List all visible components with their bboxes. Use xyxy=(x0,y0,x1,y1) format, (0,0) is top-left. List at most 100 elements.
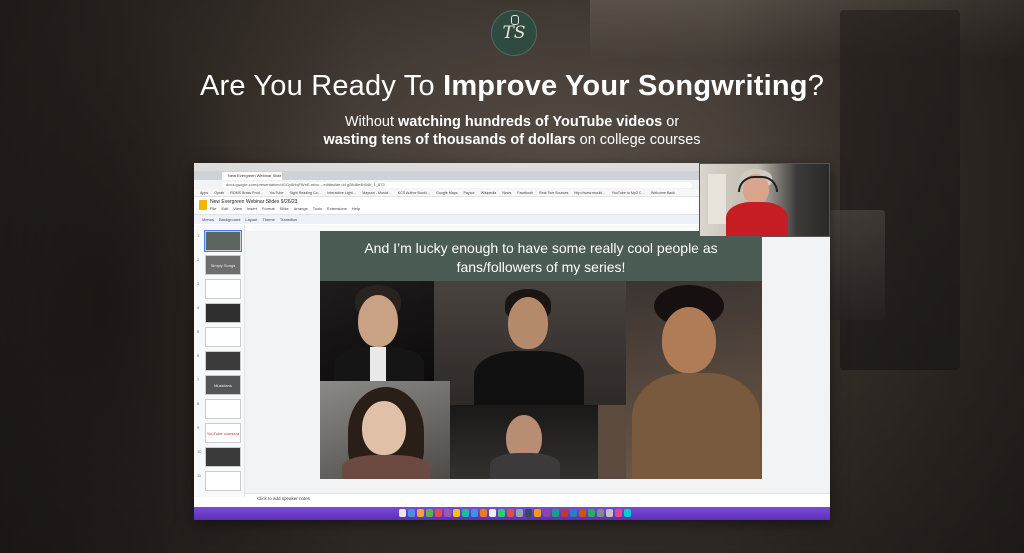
dock-app-icon xyxy=(426,509,433,517)
headline-bold: Improve Your Songwriting xyxy=(443,70,808,102)
page-headline: Are You Ready To Improve Your Songwritin… xyxy=(0,70,1024,103)
bookmark-item[interactable]: YouTube to Mp3 C… xyxy=(612,191,645,195)
dock-app-icon xyxy=(435,509,442,517)
dock-app-icon xyxy=(444,509,451,517)
photo-fan-5 xyxy=(450,405,598,479)
slide-thumbnail[interactable] xyxy=(205,303,241,323)
sub-text: or xyxy=(662,114,680,130)
slide-thumbnail[interactable]: Musicians xyxy=(205,375,241,395)
headline-prefix: Are You Ready To xyxy=(199,70,444,102)
bookmark-item[interactable]: Interactive Light… xyxy=(327,191,356,195)
menu-item-slide[interactable]: Slide xyxy=(280,206,289,211)
slide-number: 5 xyxy=(197,329,200,334)
photo-fan-2 xyxy=(434,281,626,405)
bookmark-item[interactable]: Real Tom Sources xyxy=(539,191,568,195)
toolbar-layout[interactable]: Layout xyxy=(245,217,257,222)
sub-bold: wasting tens of thousands of dollars xyxy=(323,132,576,148)
slide-thumbnail[interactable] xyxy=(205,471,241,491)
dock-app-icon xyxy=(471,509,478,517)
bookmark-item[interactable]: Welcome Back xyxy=(651,191,675,195)
toolbar-theme[interactable]: Theme xyxy=(262,217,274,222)
dock-app-icon xyxy=(552,509,559,517)
menu-item-arrange[interactable]: Arrange xyxy=(294,206,308,211)
slide-thumbnail[interactable] xyxy=(205,399,241,419)
dock-app-icon xyxy=(624,509,631,517)
dock-app-icon xyxy=(399,509,406,517)
sub-bold: watching hundreds of YouTube videos xyxy=(398,114,663,130)
current-slide: And I’m lucky enough to have some really… xyxy=(320,231,762,479)
toolbar-menus[interactable]: Menus xyxy=(202,217,214,222)
bookmark-item[interactable]: Mayson - Musici… xyxy=(362,191,392,195)
slide-number: 3 xyxy=(197,281,200,286)
menu-item-insert[interactable]: Insert xyxy=(247,206,257,211)
bookmark-item[interactable]: ROMS Brass Prod… xyxy=(230,191,263,195)
slide-number: 2 xyxy=(197,257,200,262)
dock-app-icon xyxy=(606,509,613,517)
sub-text: on college courses xyxy=(575,132,701,148)
dock-app-icon xyxy=(579,509,586,517)
slides-icon xyxy=(199,200,207,210)
photo-fan-4 xyxy=(320,381,450,479)
slide-number: 10 xyxy=(197,449,202,454)
webcam-door xyxy=(708,174,726,224)
dock-app-icon xyxy=(408,509,415,517)
slide-thumbnail[interactable] xyxy=(205,447,241,467)
slide-thumbnail[interactable] xyxy=(205,327,241,347)
slide-number: 1 xyxy=(197,233,200,238)
dock-app-icon xyxy=(453,509,460,517)
microphone-icon xyxy=(511,15,519,25)
dock-app-icon xyxy=(498,509,505,517)
bookmark-item[interactable]: Oprah xyxy=(214,191,224,195)
slide-thumbnail[interactable]: YouTube coursera xyxy=(205,423,241,443)
slides-menu: File Edit View Insert Format Slide Arrange Tool… xyxy=(210,206,360,211)
bookmark-item[interactable]: Sight Reading Ca… xyxy=(289,191,321,195)
toolbar-transition[interactable]: Transition xyxy=(280,217,297,222)
webcam-overlay xyxy=(699,163,830,237)
slide-thumbnail[interactable] xyxy=(204,230,242,252)
dock-app-icon xyxy=(480,509,487,517)
slide-number: 9 xyxy=(197,425,200,430)
slide-heading: And I’m lucky enough to have some really… xyxy=(320,231,762,281)
browser-tab: New Evergreen Webinar Slide xyxy=(222,172,282,180)
slide-number: 11 xyxy=(197,473,202,478)
slide-thumbnail[interactable]: Simply Songs xyxy=(205,255,241,275)
photo-fan-5-edge xyxy=(598,405,626,479)
bookmark-item[interactable]: Google Maps xyxy=(436,191,457,195)
site-logo[interactable]: TS xyxy=(491,10,537,56)
menu-item-extensions[interactable]: Extensions xyxy=(327,206,347,211)
bookmark-item[interactable]: Paycor xyxy=(464,191,475,195)
speaker-notes: Click to add speaker notes xyxy=(245,493,830,503)
bookmark-item[interactable]: http://www.musici… xyxy=(574,191,605,195)
menu-item-format[interactable]: Format xyxy=(262,206,275,211)
page-subheadline: Without watching hundreds of YouTube vid… xyxy=(0,113,1024,149)
menu-item-edit[interactable]: Edit xyxy=(221,206,228,211)
mac-dock xyxy=(194,507,830,520)
bookmark-item[interactable]: Facebook xyxy=(517,191,533,195)
slide-thumbnail[interactable] xyxy=(205,351,241,371)
photo-fan-1 xyxy=(320,281,434,381)
webcam-person-shirt xyxy=(726,202,788,236)
toolbar-background[interactable]: Background xyxy=(219,217,240,222)
slide-number: 6 xyxy=(197,353,200,358)
subheadline-line-1: Without watching hundreds of YouTube vid… xyxy=(0,113,1024,131)
menu-item-view[interactable]: View xyxy=(233,206,242,211)
dock-icons xyxy=(399,509,631,517)
url-field: docs.google.com/presentation/d/1Gy8HqFWn… xyxy=(222,182,692,188)
slide-number: 7 xyxy=(197,377,200,382)
slide-thumbnail[interactable] xyxy=(205,279,241,299)
subheadline-line-2: wasting tens of thousands of dollars on … xyxy=(0,131,1024,149)
headline-suffix: ? xyxy=(807,70,825,102)
menu-item-file[interactable]: File xyxy=(210,206,216,211)
dock-app-icon xyxy=(417,509,424,517)
doc-title: New Evergreen Webinar Slides 9/26/23 xyxy=(210,199,298,205)
menu-item-tools[interactable]: Tools xyxy=(313,206,322,211)
bookmark-item[interactable]: Wikipedia xyxy=(481,191,497,195)
dock-app-icon xyxy=(489,509,496,517)
menu-item-help[interactable]: Help xyxy=(352,206,360,211)
bookmark-item[interactable]: News xyxy=(502,191,511,195)
bookmark-item[interactable]: KCS Author Bookl… xyxy=(398,191,430,195)
bookmark-item[interactable]: YouTube xyxy=(269,191,283,195)
dock-app-icon xyxy=(597,509,604,517)
bookmark-item[interactable]: Apps xyxy=(200,191,208,195)
dock-app-icon xyxy=(588,509,595,517)
